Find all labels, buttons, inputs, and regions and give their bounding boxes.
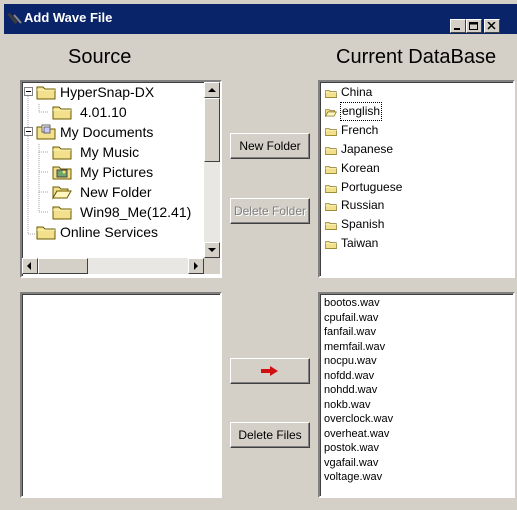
tree-item-label: Win98_Me(12.41) (80, 204, 192, 220)
database-file-item[interactable]: cpufail.wav (324, 311, 378, 325)
right-arrow-icon (261, 366, 278, 376)
tree-item-label: 4.01.10 (80, 104, 127, 120)
add-wave-file-dialog: Add Wave File Source Current DataBase Hy… (0, 0, 517, 510)
add-file-button[interactable] (230, 358, 310, 384)
database-file-item[interactable]: vgafail.wav (324, 456, 378, 470)
database-folder-label: Spanish (341, 217, 385, 232)
scrollbar-corner (204, 258, 220, 274)
minimize-icon (454, 28, 460, 30)
database-folder-label: China (341, 85, 373, 99)
tree-horizontal-scroll-thumb[interactable] (38, 258, 88, 274)
tree-scroll-right-button[interactable] (188, 258, 204, 274)
database-file-list[interactable]: bootos.wav cpufail.wav fanfail.wav memfail.… (318, 292, 515, 498)
tree-item-label: Online Services (60, 224, 159, 240)
database-file-item[interactable]: nocpu.wav (324, 354, 377, 368)
folder-icon (325, 163, 337, 174)
database-file-item[interactable]: overheat.wav (324, 427, 389, 441)
close-icon (487, 22, 496, 30)
tree-item[interactable]: Win98_Me(12.41) (22, 202, 202, 222)
tree-scroll-left-button[interactable] (22, 258, 38, 274)
tree-item-label: HyperSnap-DX (60, 84, 155, 100)
tree-item-label: My Documents (60, 124, 154, 140)
folder-icon (52, 104, 72, 120)
folder-icon (52, 144, 72, 160)
database-folder-label: French (341, 122, 379, 137)
source-heading: Source (68, 46, 132, 68)
database-file-item[interactable]: overclock.wav (324, 412, 393, 426)
database-file-item[interactable]: nohdd.wav (324, 383, 377, 397)
tree-item[interactable]: My Documents (22, 122, 202, 142)
database-folder-label: Russian (341, 198, 385, 213)
open-folder-icon (325, 106, 337, 118)
open-folder-icon (52, 184, 72, 200)
tree-scroll-up-button[interactable] (204, 82, 220, 98)
new-folder-button[interactable]: New Folder (230, 133, 310, 159)
database-folder-label: Korean (341, 160, 380, 175)
title-bar[interactable]: Add Wave File (4, 4, 517, 34)
window-title: Add Wave File (24, 10, 113, 25)
maximize-button[interactable] (466, 19, 482, 33)
folder-icon (325, 144, 337, 155)
folder-icon (325, 238, 337, 250)
tree-item[interactable]: My Pictures (22, 162, 202, 182)
delete-files-button[interactable]: Delete Files (230, 422, 310, 448)
folder-icon (36, 224, 56, 240)
database-file-item[interactable]: bootos.wav (324, 296, 380, 310)
folder-icon (325, 219, 337, 231)
documents-folder-icon (36, 124, 56, 140)
database-file-item[interactable]: nofdd.wav (324, 369, 374, 383)
database-folder-label: english (339, 101, 383, 121)
source-file-list[interactable] (20, 292, 222, 498)
folder-icon (325, 200, 337, 212)
tree-item-label: New Folder (80, 184, 152, 200)
source-folder-tree[interactable]: HyperSnap-DX 4.01.10 My Documents My Music M… (20, 80, 222, 278)
database-file-item[interactable]: memfail.wav (324, 340, 385, 354)
down-arrow-icon (208, 248, 216, 252)
tree-item[interactable]: 4.01.10 (22, 102, 202, 122)
folder-icon (325, 182, 337, 193)
database-file-item[interactable]: nokb.wav (324, 398, 370, 412)
database-file-item[interactable]: voltage.wav (324, 470, 382, 484)
folder-icon (36, 84, 56, 100)
right-arrow-icon (194, 262, 198, 270)
left-arrow-icon (27, 262, 31, 270)
database-folder-label: Portuguese (341, 179, 403, 194)
folder-icon (52, 204, 72, 220)
minimize-button[interactable] (450, 19, 466, 33)
pictures-folder-icon (52, 164, 72, 180)
tree-item[interactable]: HyperSnap-DX (22, 82, 202, 102)
tree-item-label: My Music (80, 144, 140, 160)
current-database-heading: Current DataBase (336, 46, 497, 68)
collapse-icon[interactable] (24, 87, 33, 96)
close-button[interactable] (484, 19, 500, 33)
tree-item[interactable]: New Folder (22, 182, 202, 202)
database-file-item[interactable]: fanfail.wav (324, 325, 376, 339)
database-folder-list[interactable]: China english French Japanese Korean Portugue… (318, 80, 515, 278)
tree-scroll-down-button[interactable] (204, 242, 220, 258)
tree-item-label: My Pictures (80, 164, 154, 180)
database-folder-label: Japanese (341, 141, 394, 156)
app-icon (7, 13, 22, 24)
folder-icon (325, 87, 337, 98)
database-folder-label: Taiwan (341, 236, 379, 251)
collapse-icon[interactable] (24, 127, 33, 136)
tree-vertical-scroll-thumb[interactable] (204, 98, 220, 162)
delete-folder-button[interactable]: Delete Folder (230, 198, 310, 224)
up-arrow-icon (208, 88, 216, 92)
tree-item[interactable]: My Music (22, 142, 202, 162)
maximize-icon (469, 22, 478, 30)
database-file-item[interactable]: postok.wav (324, 441, 379, 455)
tree-item[interactable]: Online Services (22, 222, 202, 242)
folder-icon (325, 125, 337, 136)
